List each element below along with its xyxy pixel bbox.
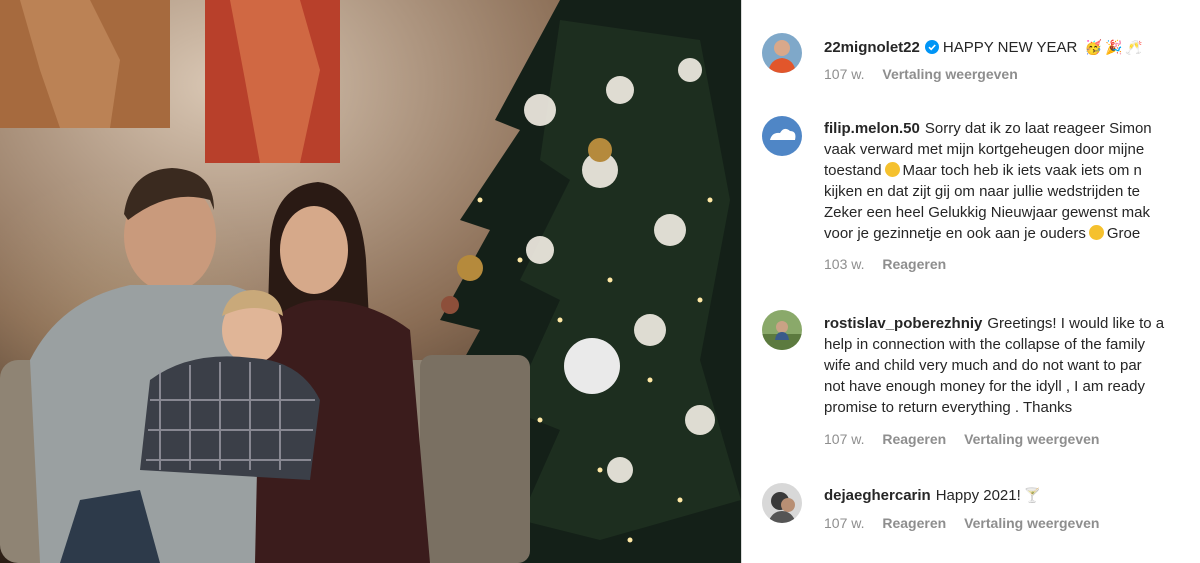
comment-text-line: Maar toch heb ik iets vaak iets om n [902, 162, 1142, 179]
avatar-image [762, 33, 802, 73]
comment-text-line: Groe [1106, 225, 1141, 242]
avatar-image [762, 310, 802, 350]
smiling-face-emoji [1088, 225, 1104, 240]
avatar[interactable] [762, 33, 802, 73]
translate-button[interactable]: Vertaling weergeven [964, 515, 1099, 531]
username[interactable]: filip.melon.50 [824, 120, 920, 137]
comment-text: Happy 2021! [935, 487, 1021, 504]
avatar-image [762, 116, 802, 156]
caption-text: HAPPY NEW YEAR [942, 39, 1078, 56]
comment-text-line: not have enough money for the idyll , I … [824, 378, 1146, 395]
comment-text-line: vaak verward met mijn kortgeheugen door … [824, 141, 1145, 158]
username[interactable]: rostislav_poberezhniy [824, 315, 982, 332]
username[interactable]: 22mignolet22 [824, 39, 920, 56]
reply-button[interactable]: Reageren [882, 256, 946, 272]
comment-text-line: Sorry dat ik zo laat reageer Simon [924, 120, 1152, 137]
avatar[interactable] [762, 116, 802, 156]
party-face-emoji: 🥳 [1084, 39, 1102, 55]
translate-button[interactable]: Vertaling weergeven [882, 66, 1017, 82]
translate-button[interactable]: Vertaling weergeven [964, 431, 1099, 447]
clinking-glasses-emoji: 🥂 [1125, 39, 1143, 55]
post-photo[interactable] [0, 0, 741, 563]
timestamp[interactable]: 107 w. [824, 515, 864, 531]
thinking-face-emoji [884, 162, 900, 177]
comment-text-line: kijken en dat zijt gij om naar jullie we… [824, 183, 1140, 200]
avatar-image [762, 483, 802, 523]
verified-badge-icon [924, 39, 939, 54]
timestamp[interactable]: 107 w. [824, 66, 864, 82]
timestamp[interactable]: 107 w. [824, 431, 864, 447]
comment-text-line: Greetings! I would like to a [987, 315, 1165, 332]
comment-text-line: help in connection with the collapse of … [824, 336, 1146, 353]
avatar[interactable] [762, 310, 802, 350]
comments-panel: 22mignolet22 HAPPY NEW YEAR 🥳 🎉 🥂 107 w. Ve… [742, 0, 1200, 563]
reply-button[interactable]: Reageren [882, 431, 946, 447]
comment-text-line: promise to return everything . Thanks [824, 399, 1073, 416]
reply-button[interactable]: Reageren [882, 515, 946, 531]
avatar[interactable] [762, 483, 802, 523]
comment-text-line: toestand [824, 162, 882, 179]
username[interactable]: dejaeghercarin [824, 487, 931, 504]
timestamp[interactable]: 103 w. [824, 256, 864, 272]
party-popper-emoji: 🎉 [1104, 39, 1123, 55]
family-christmas-photo [0, 0, 741, 563]
cocktail-emoji: 🍸 [1023, 487, 1042, 503]
comment-text-line: voor je gezinnetje en ook aan je ouders [824, 225, 1086, 242]
comment-text-line: Zeker een heel Gelukkig Nieuwjaar gewens… [824, 204, 1150, 221]
comment-text-line: wife and child very much and do not want… [824, 357, 1142, 374]
